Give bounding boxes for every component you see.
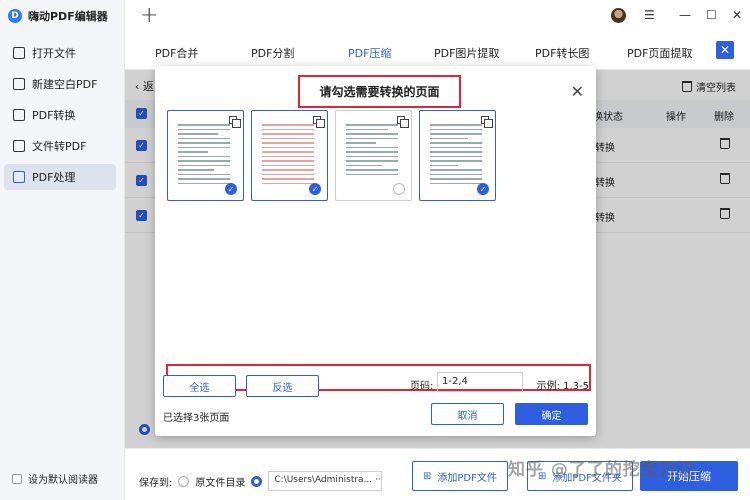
page-thumbnail[interactable]: ✓ [419,110,496,201]
tab-pdf-to-long-image[interactable]: PDF转长图 [535,45,589,61]
selected-count: 已选择3张页面 [163,413,230,424]
page-preview [343,118,401,198]
page-range-example: 示例: 1,3-5 [536,381,589,392]
set-default-reader[interactable]: 设为默认阅读器 [12,471,98,486]
pdf-process-icon [13,171,25,183]
sidebar-item-label: 文件转PDF [32,140,87,153]
new-tab-button[interactable]: + [140,3,158,28]
copy-icon[interactable] [313,116,325,128]
tab-pdf-merge[interactable]: PDF合并 [155,45,198,61]
sidebar: D 嗨动PDF编辑器 打开文件 新建空白PDF PDF转换 文件转PDF PDF… [0,0,125,500]
page-range-label: 页码: [410,381,434,392]
page-select-dialog: 请勾选需要转换的页面 ✕ ✓ ✓ ✓ 全选 反选 页码: 1-2,4 示例: 1… [155,66,596,436]
tab-pdf-image-extract[interactable]: PDF图片提取 [434,45,499,61]
page-checked-icon[interactable]: ✓ [225,183,237,195]
browse-more-icon[interactable]: ··· [375,475,381,485]
tab-pdf-page-extract[interactable]: PDF页面提取 [627,45,692,61]
sidebar-item-label: 新建空白PDF [32,78,98,91]
sidebar-item-pdf-process[interactable]: PDF处理 [4,164,116,190]
original-dir-label: 原文件目录 [195,477,246,489]
sidebar-item-label: 打开文件 [32,47,76,60]
sidebar-item-file-to-pdf[interactable]: 文件转PDF [4,133,116,159]
file-to-pdf-icon [13,140,25,152]
save-to-group: 保存到: 原文件目录 C:\Users\Administra... ··· [139,471,383,491]
add-pdf-label: 添加PDF文件 [437,472,497,484]
page-range-input[interactable]: 1-2,4 [437,372,523,392]
dialog-title: 请勾选需要转换的页面 [298,75,461,108]
output-path-field[interactable]: C:\Users\Administra... ··· [268,471,383,491]
copy-icon[interactable] [229,116,241,128]
avatar[interactable] [611,8,626,23]
add-pdf-button[interactable]: ⊞ 添加PDF文件 [412,461,508,491]
sidebar-item-new-pdf[interactable]: 新建空白PDF [4,71,116,97]
tool-tabs: PDF合并 PDF分割 PDF压缩 PDF图片提取 PDF转长图 PDF页面提取… [125,32,750,70]
sidebar-item-pdf-convert[interactable]: PDF转换 [4,102,116,128]
tab-pdf-compress[interactable]: PDF压缩 [348,45,391,61]
maximize-button[interactable]: ☐ [706,8,717,22]
sidebar-item-open-file[interactable]: 打开文件 [4,40,116,66]
add-file-icon: ⊞ [423,470,432,482]
page-checked-icon[interactable]: ✓ [309,183,321,195]
copy-icon[interactable] [397,116,409,128]
page-checked-icon[interactable]: ✓ [477,183,489,195]
page-thumbnail[interactable]: ✓ [251,110,328,201]
sidebar-nav: 打开文件 新建空白PDF PDF转换 文件转PDF PDF处理 [4,40,116,195]
confirm-button[interactable]: 确定 [515,403,588,425]
sidebar-item-label: PDF转换 [32,109,76,122]
open-file-icon [13,47,25,59]
minimize-button[interactable]: — [679,8,691,22]
page-preview [175,118,233,198]
custom-dir-radio[interactable] [251,475,263,487]
page-unchecked-icon[interactable] [393,183,405,195]
cancel-button[interactable]: 取消 [431,403,504,425]
app-logo-icon: D [8,9,22,23]
save-to-label: 保存到: [139,477,173,489]
tab-close-button[interactable]: ✕ [716,41,734,59]
dialog-close-button[interactable]: ✕ [571,82,584,101]
page-preview [427,118,485,198]
window-close-button[interactable]: ✕ [732,8,742,22]
app-brand: D 嗨动PDF编辑器 [8,8,108,24]
set-default-label: 设为默认阅读器 [28,475,98,486]
select-all-button[interactable]: 全选 [163,375,236,397]
page-thumbnail[interactable]: ✓ [167,110,244,201]
tab-pdf-split[interactable]: PDF分割 [251,45,294,61]
convert-icon [13,109,25,121]
menu-icon[interactable]: ☰ [644,8,655,22]
sidebar-item-label: PDF处理 [32,171,76,184]
invert-selection-button[interactable]: 反选 [246,375,319,397]
app-title: 嗨动PDF编辑器 [28,10,108,23]
page-preview [259,118,317,198]
new-pdf-icon [13,78,25,90]
copy-icon[interactable] [481,116,493,128]
watermark: 知乎 @了了的挖宝日记 [508,460,695,480]
output-path-value: C:\Users\Administra... [274,475,373,485]
set-default-checkbox[interactable] [12,473,22,484]
page-thumbnail[interactable] [335,110,412,201]
original-dir-radio[interactable] [178,475,190,487]
